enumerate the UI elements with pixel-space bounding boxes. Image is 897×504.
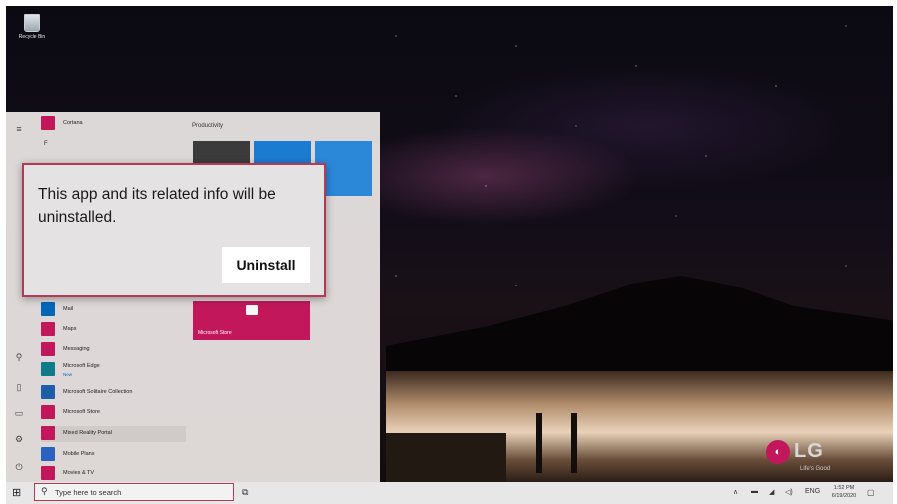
list-item-cortana[interactable]: Cortana <box>41 116 186 132</box>
app-label: Mobile Plans <box>63 451 95 457</box>
search-placeholder: Type here to search <box>55 488 122 497</box>
edge-icon <box>41 362 55 376</box>
dialog-message: This app and its related info will be un… <box>38 186 276 226</box>
notification-icon[interactable]: ▢ <box>867 488 875 497</box>
clock[interactable]: 1:52 PM 6/19/2020 <box>829 484 859 500</box>
tile-group-title: Productivity <box>192 123 224 129</box>
mail-icon <box>41 302 55 316</box>
dock-post <box>571 413 577 473</box>
solitaire-icon <box>41 385 55 399</box>
uninstall-button[interactable]: Uninstall <box>222 247 310 283</box>
maps-icon <box>41 322 55 336</box>
app-label: Cortana <box>63 120 83 126</box>
app-label: Mail <box>63 306 74 312</box>
language-indicator[interactable]: ENG <box>805 488 820 495</box>
list-item-movies[interactable]: Movies & TV <box>41 466 186 482</box>
list-item-mixed-reality[interactable]: Mixed Reality Portal <box>41 426 186 442</box>
list-item-solitaire[interactable]: Microsoft Solitaire Collection <box>41 385 186 401</box>
app-label: Messaging <box>63 346 90 352</box>
user-icon[interactable]: ⚲ <box>14 352 24 362</box>
mountain-silhouette <box>386 276 893 376</box>
uninstall-confirm-dialog: This app and its related info will be un… <box>22 163 326 297</box>
store-bag-icon <box>246 305 258 315</box>
app-label: Mixed Reality Portal <box>63 430 112 436</box>
list-item-mail[interactable]: Mail <box>41 302 186 318</box>
mixed-reality-icon <box>41 426 55 440</box>
recycle-bin-icon <box>24 14 40 32</box>
list-item-edge[interactable]: Microsoft Edge New <box>41 362 186 378</box>
store-tile[interactable]: Microsoft Store <box>193 301 310 340</box>
system-tray: ∧ ▬ ◢ ◁) ENG 1:52 PM 6/19/2020 ▢ <box>725 482 885 504</box>
store-tile-label: Microsoft Store <box>198 330 232 336</box>
cortana-icon <box>41 116 55 130</box>
starry-sky <box>376 6 893 286</box>
store-icon <box>41 405 55 419</box>
list-item-maps[interactable]: Maps <box>41 322 186 338</box>
app-label: Microsoft Store <box>63 409 100 415</box>
search-icon: ⚲ <box>41 486 48 496</box>
search-box[interactable]: ⚲ Type here to search <box>34 483 234 501</box>
hamburger-icon[interactable]: ≡ <box>14 124 24 134</box>
pictures-icon[interactable]: ▭ <box>14 408 24 418</box>
taskbar: ⊞ ⚲ Type here to search ⧉ ∧ ▬ ◢ ◁) ENG 1… <box>6 482 893 504</box>
lg-logo: ◐ LG Life's Good <box>766 438 856 478</box>
lg-tagline: Life's Good <box>800 466 831 472</box>
volume-icon[interactable]: ◁) <box>785 488 793 496</box>
clock-date: 6/19/2020 <box>831 493 857 499</box>
windows-start-icon[interactable]: ⊞ <box>12 487 24 499</box>
clock-time: 1:52 PM <box>833 485 855 491</box>
lg-logo-word: LG <box>794 440 824 462</box>
dock-post <box>536 413 542 473</box>
recycle-bin[interactable]: Recycle Bin <box>14 14 50 40</box>
messaging-icon <box>41 342 55 356</box>
task-view-icon[interactable]: ⧉ <box>242 487 248 498</box>
settings-icon[interactable]: ⚙ <box>14 434 24 444</box>
network-icon[interactable]: ◢ <box>769 488 774 496</box>
dock <box>386 433 506 482</box>
new-badge: New <box>63 372 73 377</box>
app-label: Microsoft Solitaire Collection <box>63 389 133 395</box>
recycle-bin-label: Recycle Bin <box>18 34 46 40</box>
mobile-plans-icon <box>41 447 55 461</box>
section-letter[interactable]: F <box>44 141 48 147</box>
power-icon[interactable]: ⏻ <box>14 462 24 472</box>
chevron-up-icon[interactable]: ∧ <box>733 488 738 496</box>
list-item-mobile-plans[interactable]: Mobile Plans <box>41 447 186 463</box>
app-label: Maps <box>63 326 77 332</box>
movies-icon <box>41 466 55 480</box>
list-item-messaging[interactable]: Messaging <box>41 342 186 358</box>
app-label: Microsoft Edge <box>63 363 100 369</box>
list-item-store[interactable]: Microsoft Store <box>41 405 186 421</box>
lg-logo-icon: ◐ <box>766 440 790 464</box>
document-icon[interactable]: ▯ <box>14 382 24 392</box>
app-label: Movies & TV <box>63 470 95 476</box>
battery-icon[interactable]: ▬ <box>751 488 758 495</box>
